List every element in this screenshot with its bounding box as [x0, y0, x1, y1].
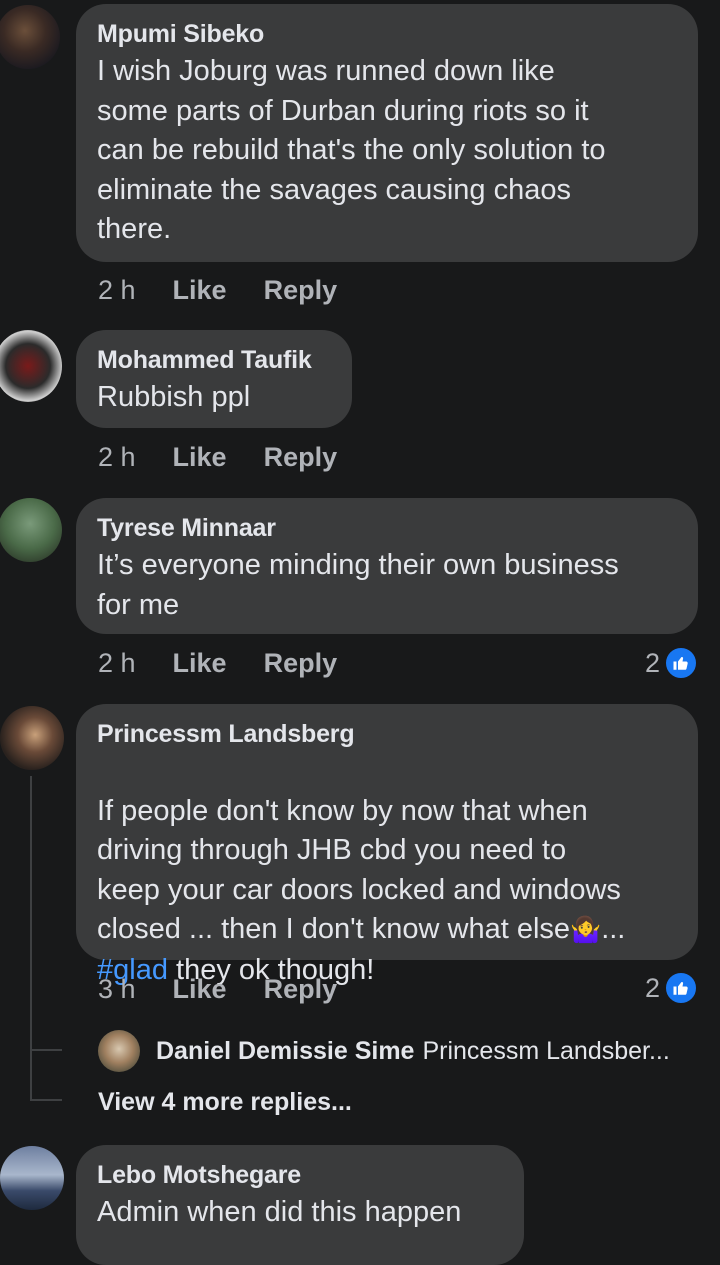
comment-text: Admin when did this happen [97, 1196, 462, 1228]
reaction-summary[interactable]: 2 [645, 646, 698, 680]
comment-author[interactable]: Tyrese Minnaar [97, 512, 678, 544]
comment-author[interactable]: Mohammed Taufik [97, 344, 332, 376]
comment-text: It’s everyone minding their own business… [97, 549, 619, 621]
comment-actions: 3 h Like Reply [98, 974, 374, 1005]
avatar[interactable] [0, 706, 64, 770]
reaction-summary[interactable]: 2 [645, 971, 698, 1005]
reply-link[interactable]: Reply [264, 275, 338, 306]
thread-line [30, 776, 32, 1100]
reply-author[interactable]: Daniel Demissie Sime [156, 1037, 414, 1066]
comment-time[interactable]: 3 h [98, 974, 136, 1005]
reply-link[interactable]: Reply [264, 974, 338, 1005]
comment-author[interactable]: Lebo Motshegare [97, 1159, 504, 1191]
comment-time[interactable]: 2 h [98, 648, 136, 679]
comment-actions: 2 h Like Reply [98, 442, 374, 473]
comment-text-main: If people don't know by now that when dr… [97, 794, 621, 946]
thread-line [30, 1099, 62, 1101]
comment-actions: 2 h Like Reply [98, 275, 374, 306]
avatar[interactable] [98, 1030, 140, 1072]
reply-preview[interactable]: Daniel Demissie Sime Princessm Landsber.… [98, 1030, 698, 1072]
shrug-emoji: 🤷‍♀️ [570, 916, 602, 944]
comment-bubble: Mohammed Taufik Rubbish ppl [76, 330, 352, 428]
avatar[interactable] [0, 498, 62, 562]
comment-time[interactable]: 2 h [98, 442, 136, 473]
comment-text-ellipsis: ... [601, 913, 626, 945]
reaction-count: 2 [644, 647, 660, 678]
reaction-count: 2 [644, 972, 660, 1003]
like-link[interactable]: Like [173, 974, 227, 1005]
like-link[interactable]: Like [173, 442, 227, 473]
comment-bubble: Princessm Landsberg If people don't know… [76, 704, 698, 986]
comment-text: I wish Joburg was runned down like some … [97, 55, 606, 245]
thread-line [30, 1049, 62, 1051]
comment-time[interactable]: 2 h [98, 275, 136, 306]
reply-link[interactable]: Reply [264, 648, 338, 679]
comment-bubble: Mpumi Sibeko I wish Joburg was runned do… [76, 4, 698, 262]
avatar[interactable] [0, 5, 60, 69]
comment-bubble: Tyrese Minnaar It’s everyone minding the… [76, 498, 698, 634]
thumbs-up-icon [664, 971, 698, 1005]
view-more-replies-link[interactable]: View 4 more replies... [98, 1088, 352, 1117]
comment-author[interactable]: Mpumi Sibeko [97, 18, 678, 50]
avatar[interactable] [0, 1146, 64, 1210]
comment-actions: 2 h Like Reply [98, 648, 374, 679]
reply-snippet: Princessm Landsber... [422, 1036, 670, 1065]
comment-bubble: Lebo Motshegare Admin when did this happ… [76, 1145, 524, 1265]
like-link[interactable]: Like [173, 648, 227, 679]
comment-author[interactable]: Princessm Landsberg [97, 718, 678, 750]
thumbs-up-icon [664, 646, 698, 680]
like-link[interactable]: Like [173, 275, 227, 306]
comment-text: Rubbish ppl [97, 381, 251, 413]
reply-link[interactable]: Reply [264, 442, 338, 473]
comment-text: If people don't know by now that when dr… [97, 752, 678, 990]
avatar[interactable] [0, 330, 62, 402]
